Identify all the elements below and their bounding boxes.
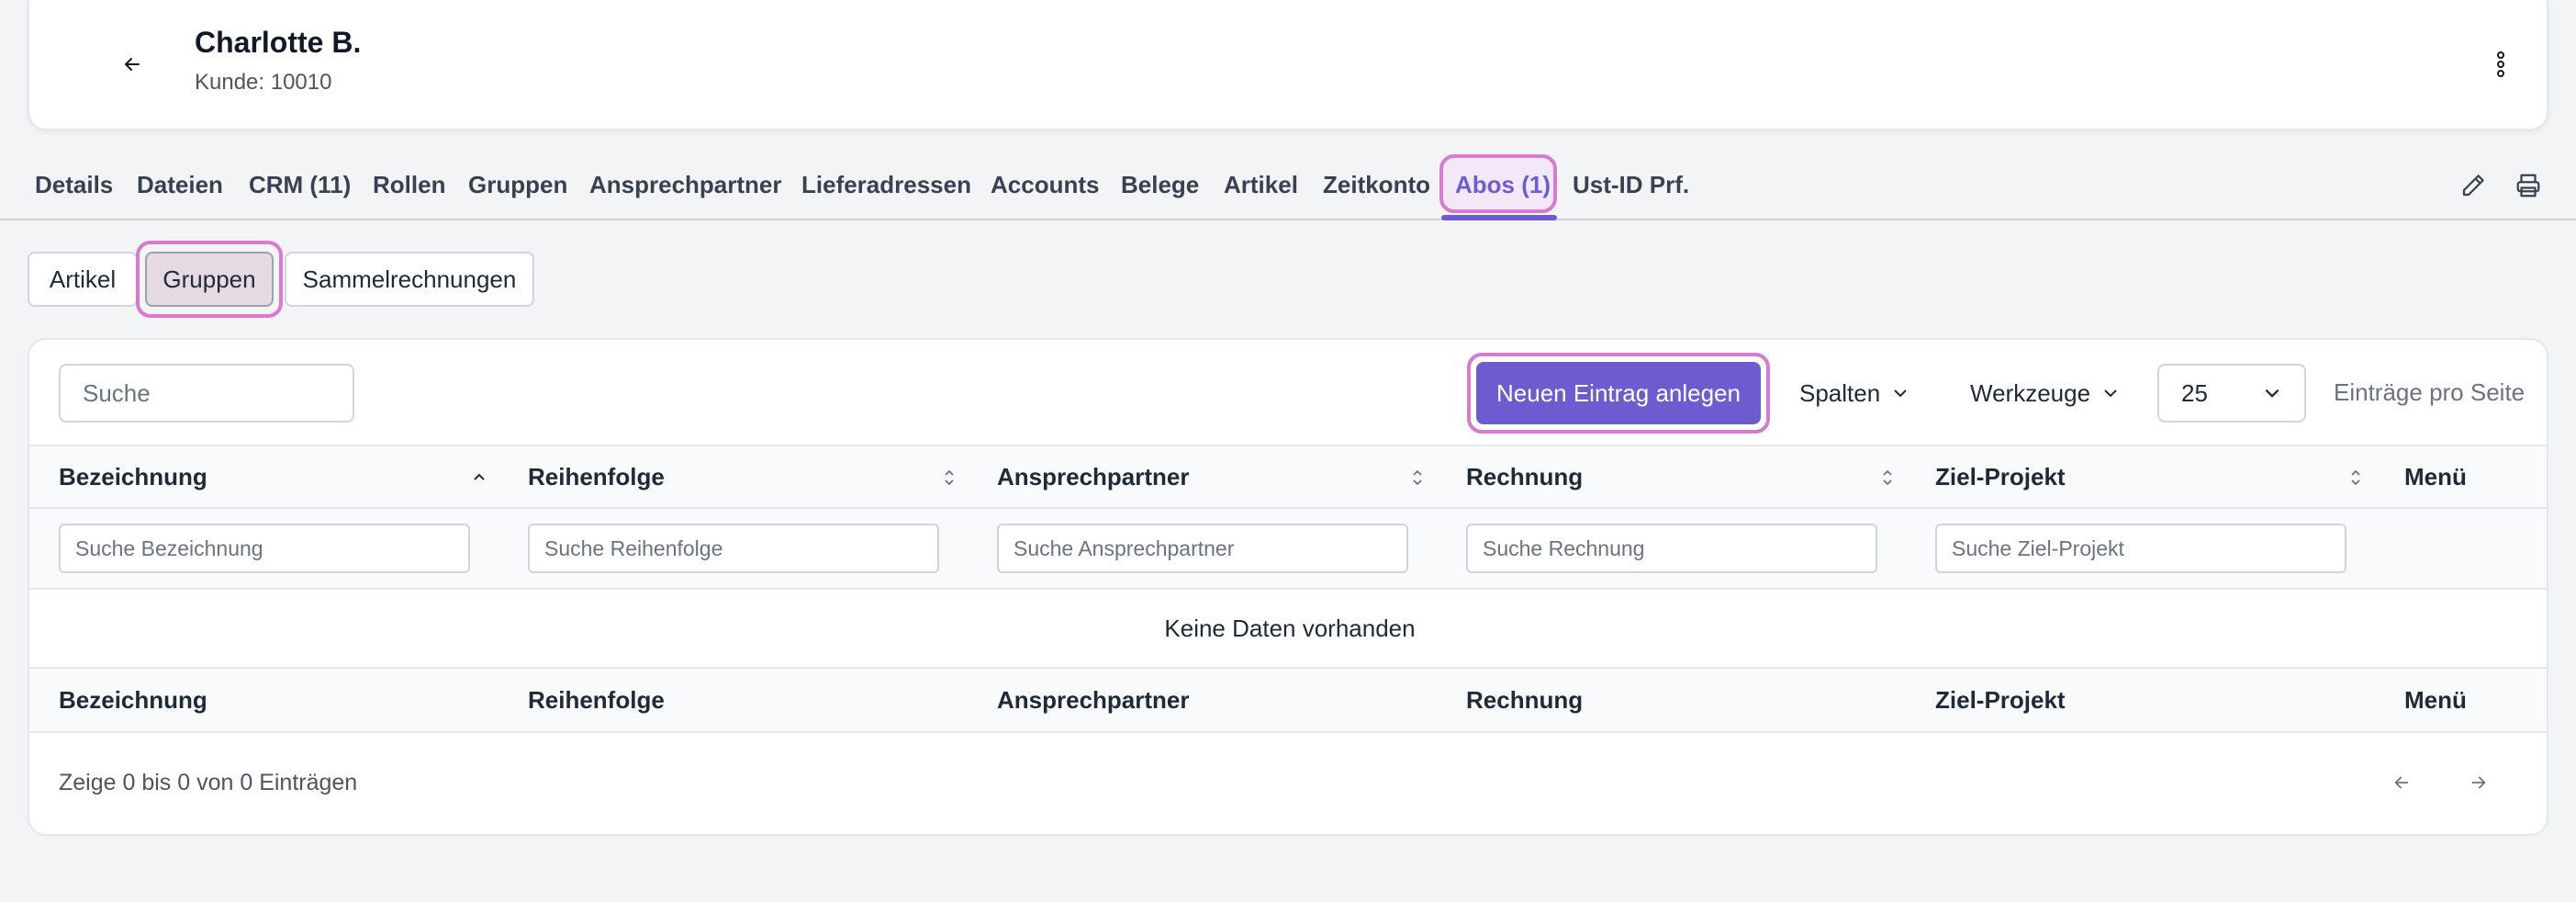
column-header-order[interactable]: Reihenfolge xyxy=(528,446,665,507)
new-entry-button[interactable]: Neuen Eintrag anlegen xyxy=(1476,362,1761,424)
footer-column-order: Reihenfolge xyxy=(528,685,665,714)
customer-header-card: Charlotte B. Kunde: 10010 xyxy=(28,0,2548,130)
subtab-groups[interactable]: Gruppen xyxy=(145,252,274,307)
footer-column-contact: Ansprechpartner xyxy=(997,685,1190,714)
pagination-info: Zeige 0 bis 0 von 0 Einträgen xyxy=(59,770,358,795)
sort-icon[interactable] xyxy=(1876,467,1898,489)
tab-groups[interactable]: Gruppen xyxy=(468,149,567,220)
table-header-row: Bezeichnung Reihenfolge Ansprechpartner … xyxy=(29,445,2547,509)
tab-vat-id-check[interactable]: Ust-ID Prf. xyxy=(1573,149,1689,220)
footer-column-target-project: Ziel-Projekt xyxy=(1935,685,2066,714)
page-size-value: 25 xyxy=(2181,378,2208,407)
tab-time-account[interactable]: Zeitkonto xyxy=(1323,149,1430,220)
sort-icon[interactable] xyxy=(938,467,960,489)
tab-accounts[interactable]: Accounts xyxy=(991,149,1099,220)
arrow-right-icon xyxy=(2471,776,2486,789)
column-header-name[interactable]: Bezeichnung xyxy=(59,446,207,507)
tools-dropdown[interactable]: Werkzeuge xyxy=(1970,362,2120,424)
tab-roles[interactable]: Rollen xyxy=(373,149,445,220)
tools-label: Werkzeuge xyxy=(1970,378,2091,407)
empty-table-message: Keine Daten vorhanden xyxy=(29,590,2547,669)
footer-column-menu: Menü xyxy=(2404,685,2467,714)
table-footer-row: Bezeichnung Reihenfolge Ansprechpartner … xyxy=(29,669,2547,733)
chevron-down-icon xyxy=(2265,389,2279,398)
groups-table-card: Neuen Eintrag anlegen Spalten Werkzeuge … xyxy=(28,338,2548,836)
sort-asc-icon[interactable] xyxy=(468,467,490,489)
tab-documents[interactable]: Belege xyxy=(1121,149,1199,220)
arrow-left-icon xyxy=(125,58,140,71)
tab-crm[interactable]: CRM (11) xyxy=(249,149,351,220)
subtab-articles[interactable]: Artikel xyxy=(28,252,138,307)
tab-subscriptions[interactable]: Abos (1) xyxy=(1455,149,1551,220)
footer-column-invoice: Rechnung xyxy=(1466,685,1584,714)
entries-per-page-label: Einträge pro Seite xyxy=(2334,378,2526,406)
tab-details[interactable]: Details xyxy=(35,149,113,220)
filter-invoice-input[interactable] xyxy=(1466,524,1877,573)
edit-button[interactable] xyxy=(2453,165,2493,206)
sort-icon[interactable] xyxy=(1406,467,1428,489)
customer-number: Kunde: 10010 xyxy=(195,70,332,95)
customer-name: Charlotte B. xyxy=(195,26,362,59)
subtab-collective-invoices[interactable]: Sammelrechnungen xyxy=(285,252,534,307)
filter-contact-input[interactable] xyxy=(997,524,1408,573)
table-filter-row xyxy=(29,509,2547,590)
chevron-down-icon xyxy=(1894,389,1907,398)
previous-page-button[interactable] xyxy=(2381,762,2422,803)
column-header-invoice[interactable]: Rechnung xyxy=(1466,446,1583,507)
column-header-contact[interactable]: Ansprechpartner xyxy=(997,446,1190,507)
sort-icon[interactable] xyxy=(2345,467,2367,489)
arrow-left-icon xyxy=(2394,776,2409,789)
next-page-button[interactable] xyxy=(2458,762,2499,803)
search-input[interactable] xyxy=(59,364,354,423)
filter-name-input[interactable] xyxy=(59,524,470,573)
page-size-select[interactable]: 25 xyxy=(2157,364,2306,423)
more-menu-button[interactable] xyxy=(2477,40,2525,88)
print-button[interactable] xyxy=(2508,165,2548,206)
back-button[interactable] xyxy=(103,40,162,88)
filter-order-input[interactable] xyxy=(528,524,939,573)
column-header-menu: Menü xyxy=(2404,462,2467,490)
tab-delivery-addresses[interactable]: Lieferadressen xyxy=(801,149,971,220)
filter-target-project-input[interactable] xyxy=(1935,524,2346,573)
columns-dropdown[interactable]: Spalten xyxy=(1799,362,1910,424)
tab-articles[interactable]: Artikel xyxy=(1224,149,1298,220)
kebab-menu-icon xyxy=(2497,51,2504,77)
column-header-target-project[interactable]: Ziel-Projekt xyxy=(1935,446,2066,507)
active-tab-underline xyxy=(1441,215,1557,220)
tab-contacts[interactable]: Ansprechpartner xyxy=(589,149,782,220)
footer-column-name: Bezeichnung xyxy=(59,685,207,714)
chevron-down-icon xyxy=(2104,389,2117,398)
tab-files[interactable]: Dateien xyxy=(137,149,223,220)
pencil-icon xyxy=(2462,175,2484,197)
columns-label: Spalten xyxy=(1799,378,1881,407)
printer-icon xyxy=(2516,174,2540,197)
main-tab-bar: Details Dateien CRM (11) Rollen Gruppen … xyxy=(0,149,2576,220)
